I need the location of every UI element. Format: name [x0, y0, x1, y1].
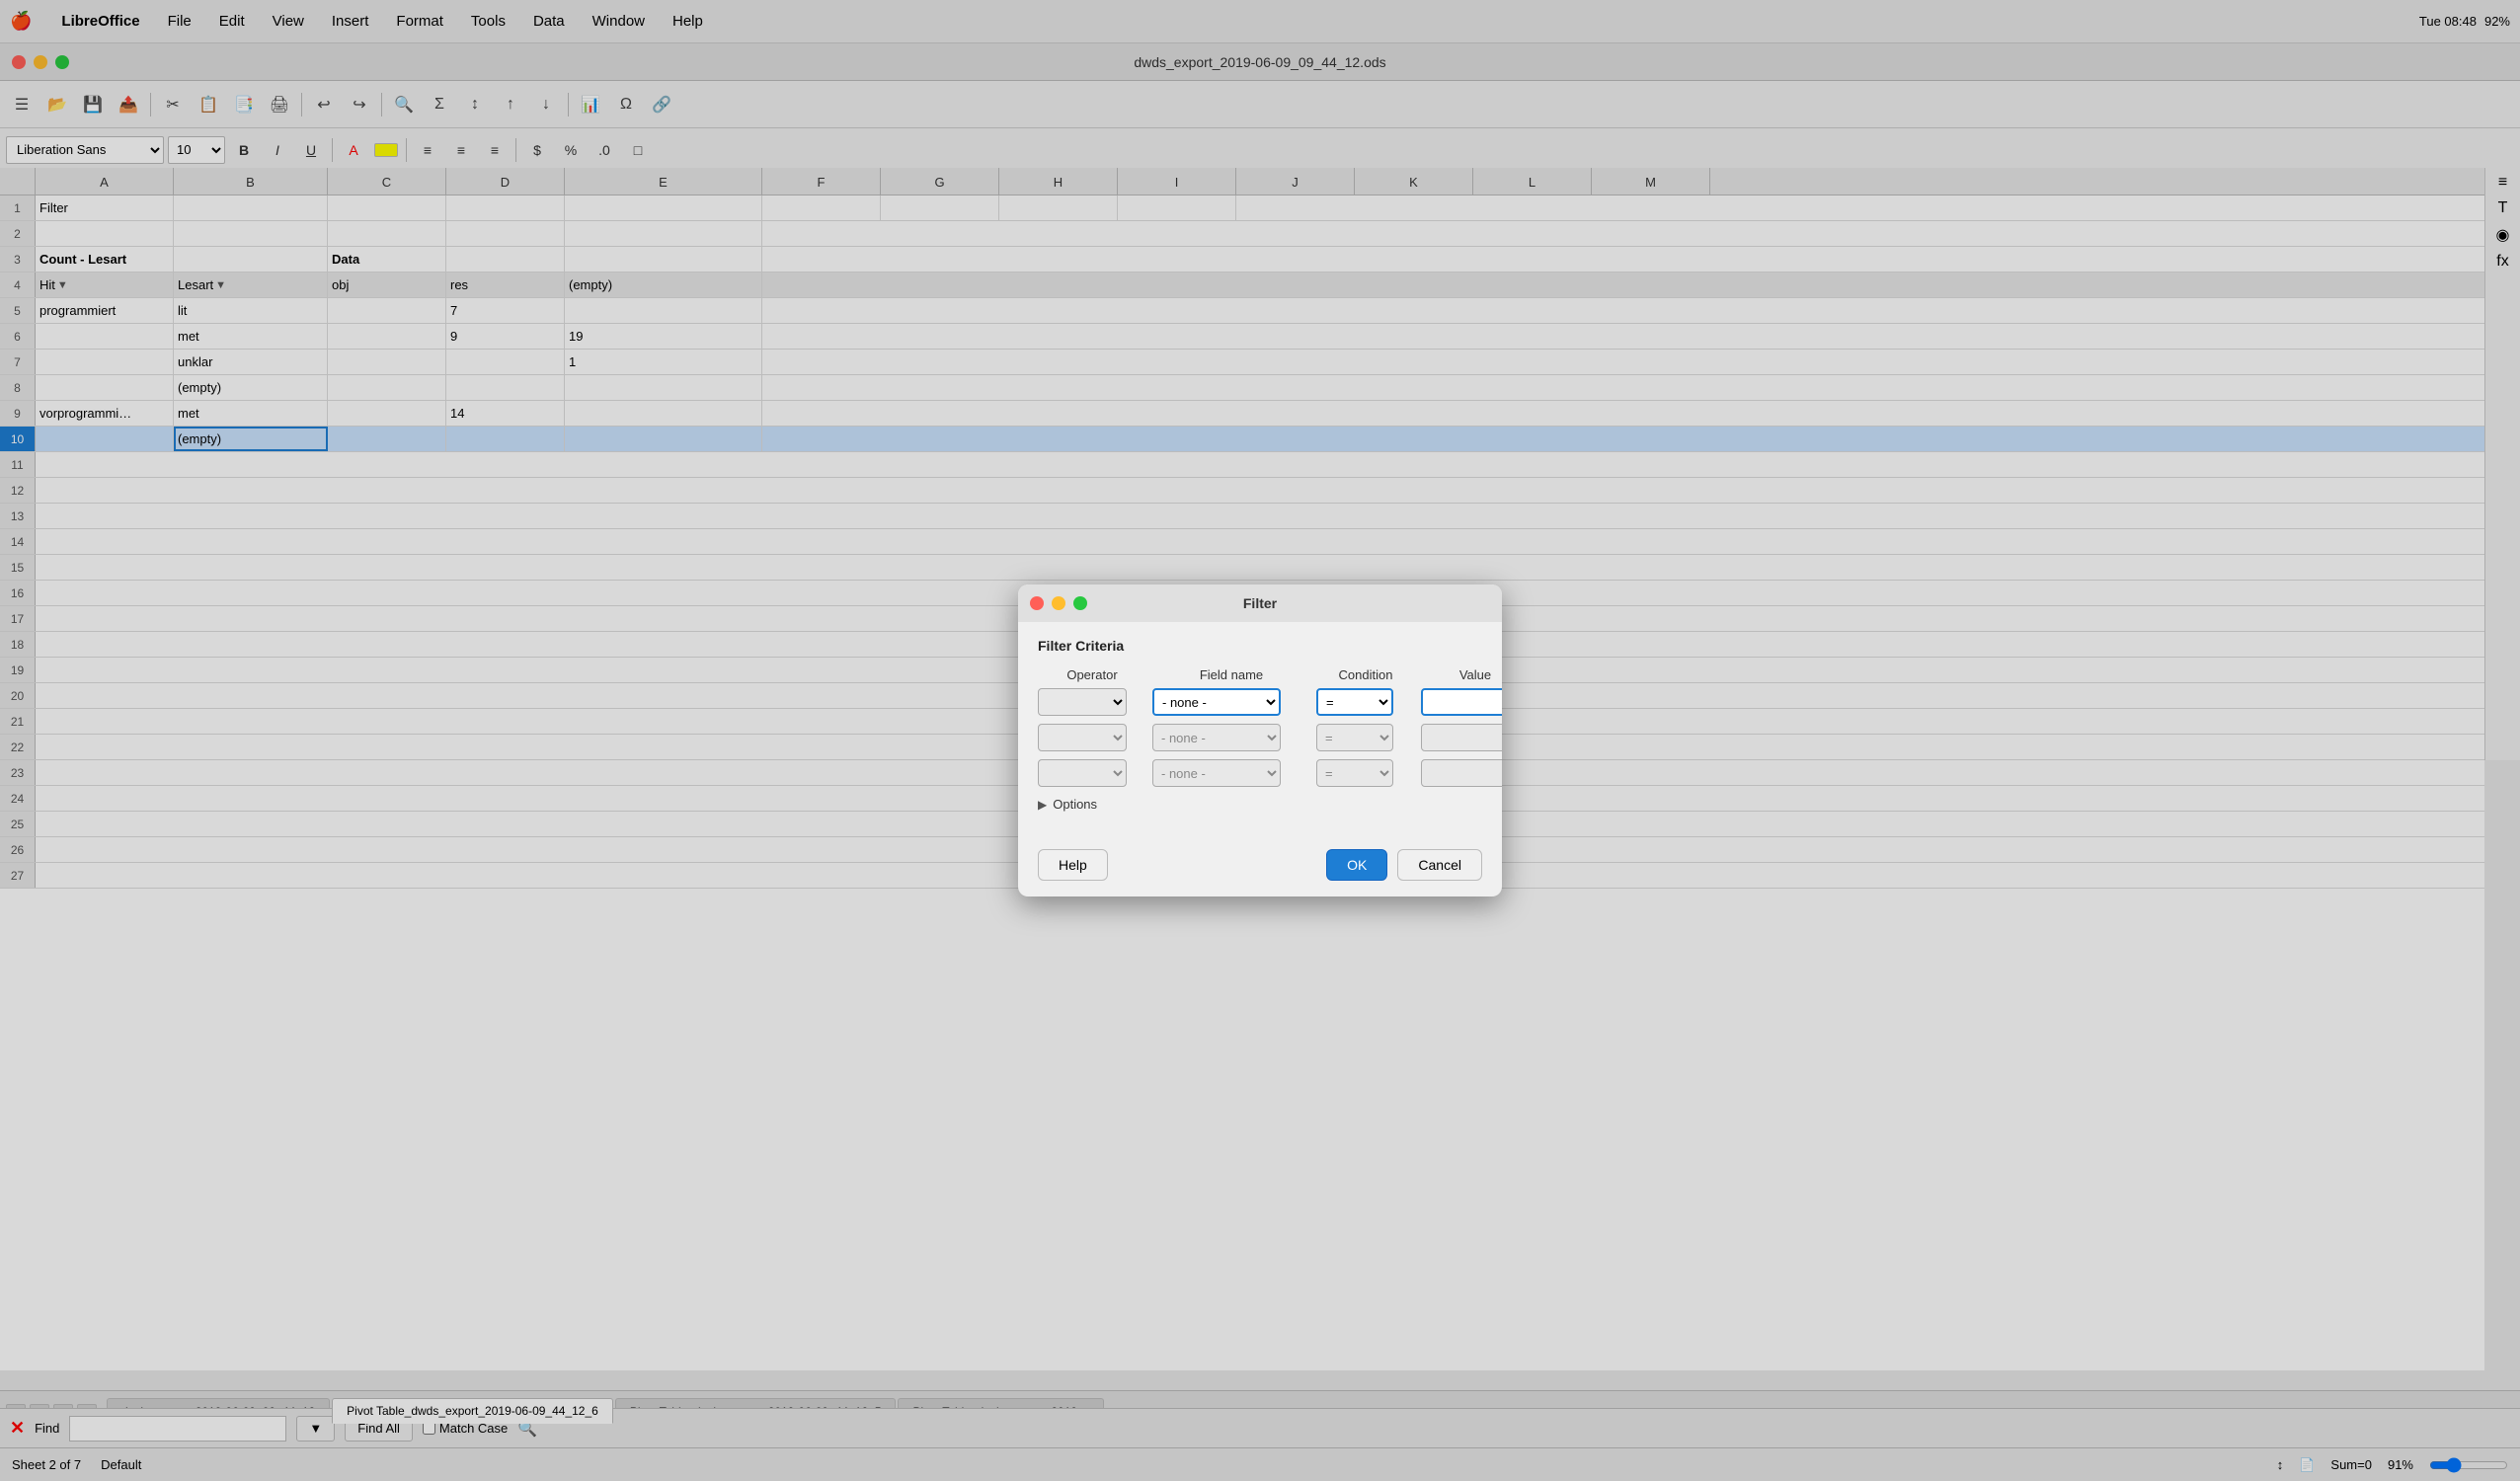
filter-operator-2[interactable] — [1038, 724, 1127, 751]
dialog-titlebar: Filter — [1018, 585, 1502, 622]
ok-button[interactable]: OK — [1326, 849, 1387, 881]
col-condition-label: Condition — [1316, 667, 1415, 682]
filter-condition-3[interactable]: = — [1316, 759, 1393, 787]
filter-condition-1[interactable]: = — [1316, 688, 1393, 716]
col-value-label: Value — [1421, 667, 1502, 682]
options-label: Options — [1053, 797, 1097, 812]
options-row[interactable]: ▶ Options — [1038, 797, 1482, 812]
dialog-max-button[interactable] — [1073, 596, 1087, 610]
dialog-title: Filter — [1243, 595, 1277, 611]
filter-value-3[interactable] — [1421, 759, 1502, 787]
dialog-close-button[interactable] — [1030, 596, 1044, 610]
col-operator-label: Operator — [1038, 667, 1146, 682]
filter-condition-2[interactable]: = — [1316, 724, 1393, 751]
filter-row-1: - none - = — [1038, 688, 1482, 716]
filter-dialog: Filter Filter Criteria Operator Field na… — [1018, 585, 1502, 896]
filter-value-2[interactable] — [1421, 724, 1502, 751]
filter-operator-3[interactable] — [1038, 759, 1127, 787]
filter-fieldname-1[interactable]: - none - — [1152, 688, 1281, 716]
col-fieldname-label: Field name — [1152, 667, 1310, 682]
filter-row-2: - none - = — [1038, 724, 1482, 751]
dialog-controls — [1030, 596, 1087, 610]
dialog-buttons: Help OK Cancel — [1018, 837, 1502, 896]
dialog-min-button[interactable] — [1052, 596, 1065, 610]
modal-overlay: Filter Filter Criteria Operator Field na… — [0, 0, 2520, 1481]
cancel-button[interactable]: Cancel — [1397, 849, 1482, 881]
dialog-body: Filter Criteria Operator Field name Cond… — [1018, 622, 1502, 837]
filter-row-3: - none - = — [1038, 759, 1482, 787]
filter-fieldname-2[interactable]: - none - — [1152, 724, 1281, 751]
filter-fieldname-3[interactable]: - none - — [1152, 759, 1281, 787]
filter-value-1[interactable] — [1421, 688, 1502, 716]
filter-criteria-title: Filter Criteria — [1038, 638, 1482, 654]
help-button[interactable]: Help — [1038, 849, 1108, 881]
dialog-grid-header: Operator Field name Condition Value — [1038, 667, 1482, 682]
options-arrow-icon: ▶ — [1038, 798, 1047, 812]
filter-operator-1[interactable] — [1038, 688, 1127, 716]
